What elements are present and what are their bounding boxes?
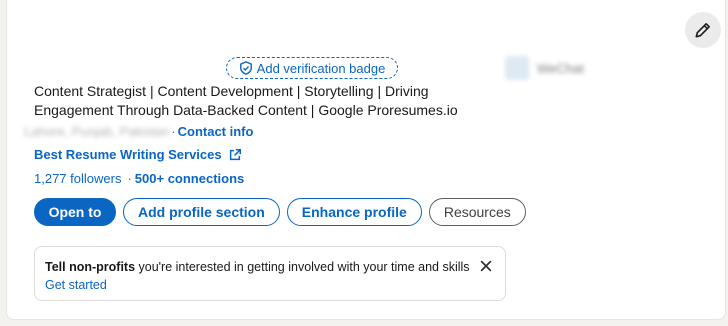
external-link-icon [229,148,241,160]
profile-headline: Content Strategist | Content Development… [34,83,458,118]
shield-check-icon [239,61,252,75]
company-name: WeChat [537,60,584,76]
enhance-profile-button[interactable]: Enhance profile [286,198,422,226]
add-verification-badge-button[interactable]: Add verification badge [226,57,398,79]
add-profile-section-button[interactable]: Add profile section [123,198,280,226]
get-started-link[interactable]: Get started [45,277,495,293]
resources-button[interactable]: Resources [428,198,526,226]
profile-intro-card: Add verification badge WeChat Content St… [6,0,726,320]
edit-intro-button[interactable] [685,12,721,48]
profile-actions: Open to Add profile section Enhance prof… [34,198,526,226]
current-company[interactable]: WeChat [505,56,584,80]
company-logo [505,56,529,80]
pencil-icon [695,23,710,38]
followers-link[interactable]: 1,277 followers [34,171,121,186]
location-text: Lahore, Punjab, Pakistan [24,124,170,139]
connections-link[interactable]: 500+ connections [135,171,244,186]
nonprofit-notice: Tell non-profits you're interested in ge… [34,246,506,301]
location-row: Lahore, Punjab, Pakistan · Contact info [24,124,253,139]
dismiss-notice-button[interactable] [479,259,493,277]
website-link[interactable]: Best Resume Writing Services [34,147,242,162]
stats-separator: · [127,171,132,186]
close-icon [480,260,492,272]
notice-message: Tell non-profits you're interested in ge… [45,260,470,274]
notice-rest-text: you're interested in getting involved wi… [135,260,470,274]
location-separator: · [171,124,176,139]
verification-label: Add verification badge [256,60,386,76]
contact-info-link[interactable]: Contact info [178,124,254,139]
open-to-button[interactable]: Open to [34,198,116,226]
network-stats: 1,277 followers · 500+ connections [34,171,244,186]
notice-bold-text: Tell non-profits [45,260,136,274]
website-label: Best Resume Writing Services [34,147,222,162]
